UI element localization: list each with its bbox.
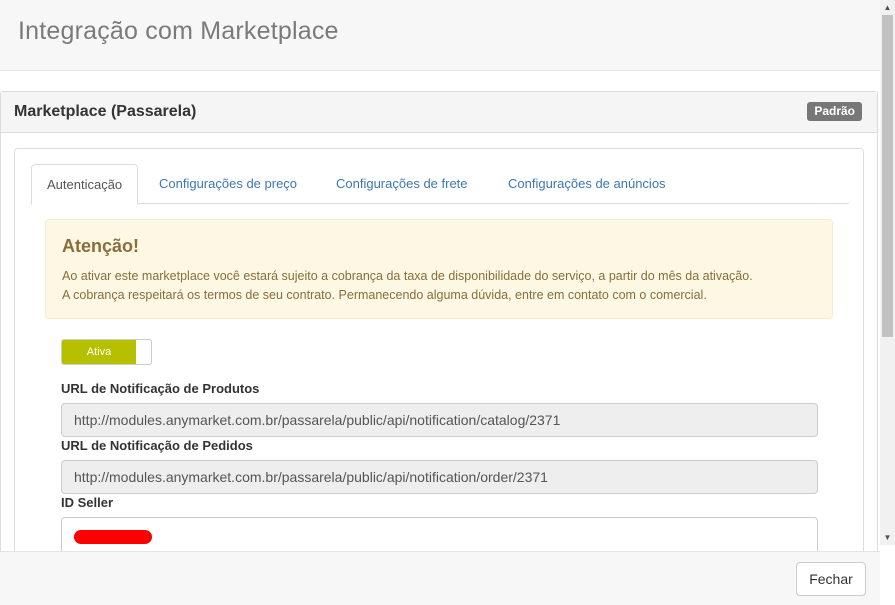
- products-url-field[interactable]: http://modules.anymarket.com.br/passarel…: [61, 403, 818, 437]
- scroll-up-arrow-icon[interactable]: ▲: [880, 0, 895, 15]
- tab-shipping-settings[interactable]: Configurações de frete: [321, 164, 483, 204]
- seller-id-field[interactable]: [61, 517, 818, 551]
- marketplace-panel: Marketplace (Passarela) Padrão Autentica…: [0, 91, 878, 551]
- scroll-down-arrow-icon[interactable]: ▼: [880, 530, 895, 545]
- tab-listing-settings[interactable]: Configurações de anúncios: [493, 164, 681, 204]
- modal-title: Integração com Marketplace: [18, 17, 339, 45]
- tab-authentication[interactable]: Autenticação: [31, 164, 139, 205]
- orders-url-field[interactable]: http://modules.anymarket.com.br/passarel…: [61, 460, 818, 494]
- modal-footer: Fechar: [0, 551, 880, 605]
- alert-text: Ao ativar este marketplace você estará s…: [62, 267, 832, 305]
- warning-alert: Atenção! Ao ativar este marketplace você…: [45, 219, 833, 319]
- seller-id-label: ID Seller: [61, 495, 114, 510]
- orders-url-label: URL de Notificação de Pedidos: [61, 438, 253, 453]
- default-badge: Padrão: [807, 102, 862, 121]
- alert-line-2: A cobrança respeitará os termos de seu c…: [62, 288, 707, 302]
- tab-price-settings[interactable]: Configurações de preço: [144, 164, 312, 204]
- active-toggle[interactable]: Ativa: [61, 339, 152, 365]
- redaction-mark: [74, 530, 152, 544]
- toggle-on-label: Ativa: [62, 340, 136, 364]
- settings-box: Autenticação Configurações de preço Conf…: [14, 148, 864, 551]
- vertical-scrollbar[interactable]: ▲ ▼: [880, 0, 895, 545]
- close-button[interactable]: Fechar: [796, 562, 866, 596]
- footer-actions: Fechar: [796, 552, 866, 605]
- modal-header: Integração com Marketplace: [0, 0, 880, 71]
- products-url-label: URL de Notificação de Produtos: [61, 381, 260, 396]
- alert-line-1: Ao ativar este marketplace você estará s…: [62, 269, 753, 283]
- panel-title: Marketplace (Passarela): [14, 103, 197, 120]
- panel-heading: Marketplace (Passarela) Padrão: [1, 92, 877, 133]
- tab-bar: Autenticação Configurações de preço Conf…: [31, 164, 849, 205]
- scroll-thumb[interactable]: [882, 15, 893, 337]
- modal-body: Marketplace (Passarela) Padrão Autentica…: [0, 71, 880, 551]
- alert-title: Atenção!: [62, 236, 140, 256]
